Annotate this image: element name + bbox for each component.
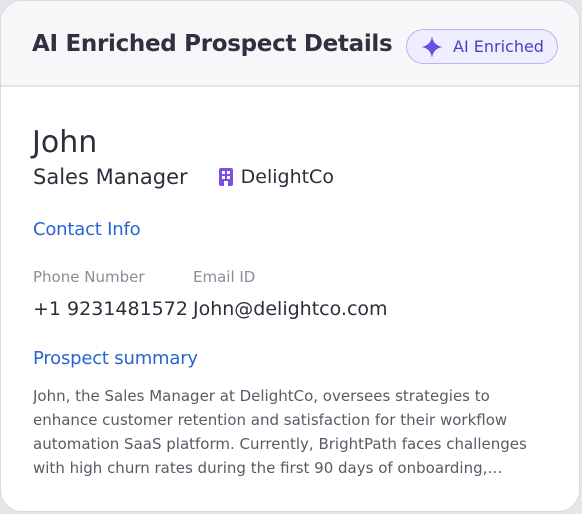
card-header: AI Enriched Prospect Details AI Enriched: [1, 1, 579, 87]
prospect-company: DelightCo: [218, 166, 334, 188]
ai-enriched-badge: AI Enriched: [406, 29, 558, 64]
prospect-name: John: [32, 125, 98, 160]
phone-number-value[interactable]: +1 9231481572: [33, 298, 188, 320]
prospect-summary-heading: Prospect summary: [33, 348, 198, 369]
sparkle-icon: [420, 35, 444, 59]
company-name: DelightCo: [240, 166, 334, 188]
ai-enriched-label: AI Enriched: [453, 37, 544, 56]
prospect-card: AI Enriched Prospect Details AI Enriched…: [0, 0, 580, 512]
email-id-label: Email ID: [193, 268, 256, 286]
prospect-job-title: Sales Manager: [33, 165, 188, 189]
building-icon: [218, 168, 234, 186]
email-value[interactable]: John@delightco.com: [193, 298, 388, 320]
phone-number-label: Phone Number: [33, 268, 145, 286]
contact-info-heading: Contact Info: [33, 219, 141, 240]
prospect-summary-text: John, the Sales Manager at DelightCo, ov…: [33, 387, 527, 477]
card-title: AI Enriched Prospect Details: [32, 31, 393, 57]
prospect-title-row: Sales Manager DelightCo: [33, 165, 334, 189]
